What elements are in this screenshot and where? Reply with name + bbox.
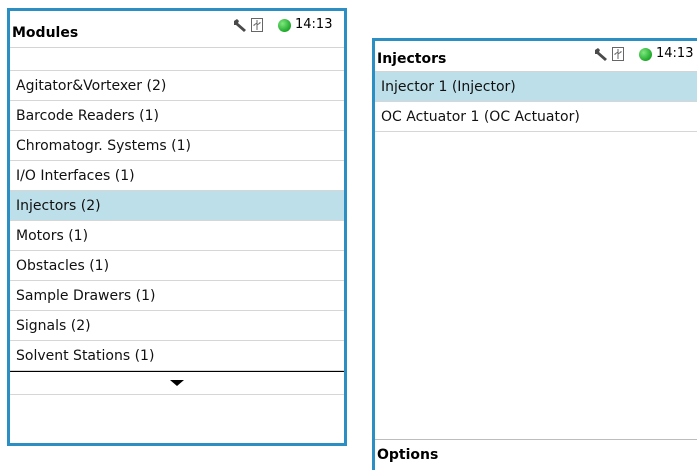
list-item-label: I/O Interfaces (1)	[16, 167, 135, 184]
list-item-label: Signals (2)	[16, 317, 91, 334]
list-item-label: Injector 1 (Injector)	[381, 78, 516, 95]
list-item-label: Barcode Readers (1)	[16, 107, 159, 124]
modules-header: Modules 14:13	[10, 11, 344, 48]
list-item[interactable]: Injector 1 (Injector)	[375, 72, 697, 102]
usb-icon	[251, 18, 263, 32]
clock: 14:13	[295, 17, 333, 32]
options-button[interactable]: Options	[377, 447, 438, 463]
scroll-more-button[interactable]	[10, 371, 344, 395]
status-ok-icon	[639, 48, 652, 61]
list-item[interactable]: Agitator&Vortexer (2)	[10, 71, 344, 101]
modules-screen: Modules 14:13 Agitator&Vortexer (2) Barco…	[7, 8, 347, 446]
list-item[interactable]: Injectors (2)	[10, 191, 344, 221]
list-item[interactable]: Solvent Stations (1)	[10, 341, 344, 371]
injectors-list: Injector 1 (Injector) OC Actuator 1 (OC A…	[375, 72, 697, 132]
list-item-label: Motors (1)	[16, 227, 89, 244]
list-item-label: Sample Drawers (1)	[16, 287, 156, 304]
options-bar[interactable]: Options	[375, 439, 697, 470]
list-item-label: Solvent Stations (1)	[16, 347, 155, 364]
list-item[interactable]: Motors (1)	[10, 221, 344, 251]
list-item[interactable]: Sample Drawers (1)	[10, 281, 344, 311]
list-item[interactable]: Chromatogr. Systems (1)	[10, 131, 344, 161]
list-item[interactable]: Obstacles (1)	[10, 251, 344, 281]
modules-list: Agitator&Vortexer (2) Barcode Readers (1)…	[10, 70, 344, 371]
wrench-icon	[234, 19, 246, 32]
list-item-label: Obstacles (1)	[16, 257, 110, 274]
page-title: Modules	[12, 25, 79, 41]
list-item[interactable]: I/O Interfaces (1)	[10, 161, 344, 191]
status-bar: 14:13	[571, 46, 697, 66]
injectors-header: Injectors 14:13	[375, 41, 697, 72]
injectors-screen: Injectors 14:13 Injector 1 (Injector) OC …	[372, 38, 697, 470]
status-bar: 14:13	[210, 17, 340, 37]
usb-icon	[612, 47, 624, 61]
status-ok-icon	[278, 19, 291, 32]
list-item-label: OC Actuator 1 (OC Actuator)	[381, 108, 580, 125]
page-title: Injectors	[377, 51, 447, 67]
list-item[interactable]: Barcode Readers (1)	[10, 101, 344, 131]
down-arrow-icon	[170, 380, 184, 386]
list-item[interactable]: Signals (2)	[10, 311, 344, 341]
wrench-icon	[595, 48, 607, 61]
list-item-label: Chromatogr. Systems (1)	[16, 137, 191, 154]
list-item-label: Agitator&Vortexer (2)	[16, 77, 167, 94]
clock: 14:13	[656, 46, 694, 61]
list-item-label: Injectors (2)	[16, 197, 101, 214]
list-item[interactable]: OC Actuator 1 (OC Actuator)	[375, 102, 697, 132]
